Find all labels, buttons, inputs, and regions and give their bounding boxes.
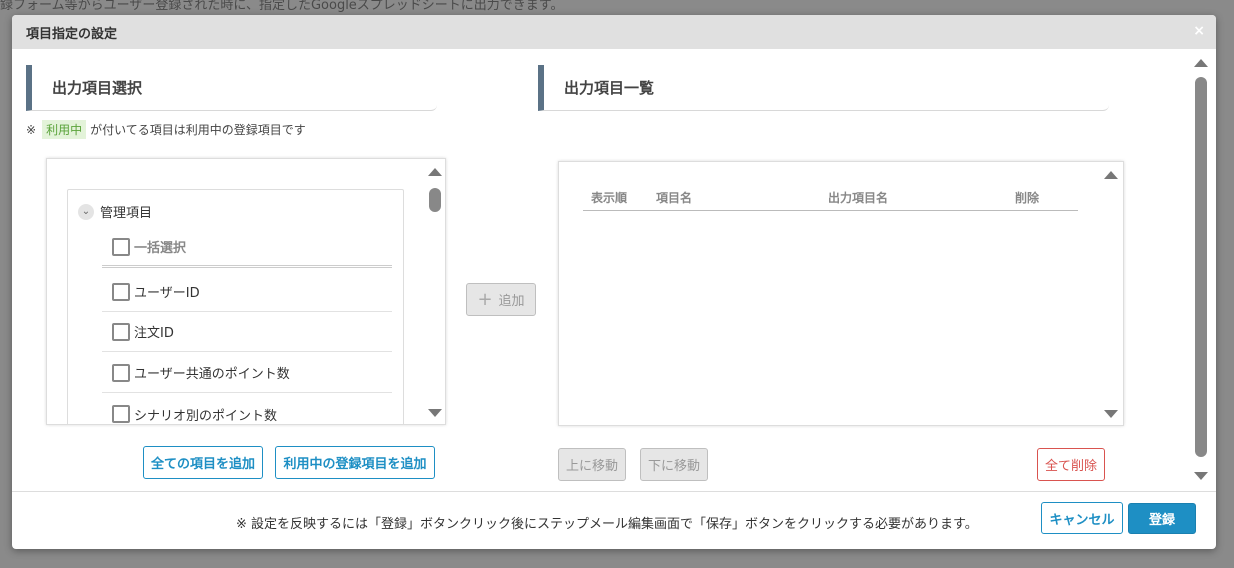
add-all-items-button[interactable]: 全ての項目を追加 (143, 446, 263, 479)
item-checkbox[interactable] (112, 282, 130, 301)
item-label: ユーザー共通のポイント数 (134, 367, 290, 382)
list-item[interactable]: 注文ID (102, 312, 392, 352)
item-group-box: ⌄ 管理項目 一括選択 ユーザーID 注文ID ユーザー共通のポイント数 シナリ… (67, 189, 404, 424)
modal-title: 項目指定の設定 (26, 26, 118, 42)
table-header-divider (583, 210, 1078, 211)
list-item[interactable]: ユーザー共通のポイント数 (102, 353, 392, 393)
output-item-table: 表示順 項目名 出力項目名 削除 (558, 161, 1124, 426)
output-item-select-title: 出力項目選択 (26, 65, 437, 111)
item-label: シナリオ別のポイント数 (134, 408, 278, 424)
group-management-items[interactable]: ⌄ 管理項目 (78, 202, 152, 221)
backdrop-description: 録フォーム等からユーザー登録された時に、指定したGoogleスプレッドシートに出… (0, 0, 564, 13)
delete-all-button[interactable]: 全て削除 (1037, 448, 1105, 481)
plus-icon: + (477, 289, 493, 310)
item-checkbox[interactable] (112, 405, 130, 423)
move-down-button[interactable]: 下に移動 (640, 448, 708, 481)
list-item[interactable]: ユーザーID (102, 272, 392, 312)
chevron-down-icon[interactable]: ⌄ (78, 203, 94, 220)
col-display-order: 表示順 (591, 191, 628, 205)
col-delete: 削除 (1015, 191, 1040, 205)
output-item-list-title: 出力項目一覧 (538, 65, 1109, 111)
modal-scrollbar-thumb[interactable] (1195, 77, 1207, 457)
modal-scroll-down-icon[interactable] (1194, 472, 1208, 480)
note-mark: ※ (26, 122, 37, 137)
col-output-item-name: 出力項目名 (828, 191, 889, 205)
table-scroll-down-icon[interactable] (1104, 410, 1118, 418)
footer-divider (12, 491, 1216, 492)
item-label: 注文ID (134, 326, 174, 341)
item-checkbox[interactable] (112, 363, 130, 382)
footer-note: ※ 設定を反映するには「登録」ボタンクリック後にステップメール編集画面で「保存」… (236, 517, 978, 532)
add-used-items-button[interactable]: 利用中の登録項目を追加 (275, 446, 435, 479)
select-all-label: 一括選択 (134, 241, 187, 256)
item-settings-modal: 項目指定の設定 × 出力項目選択 ※ 利用中 が付いてる項目は利用中の登録項目で… (12, 15, 1216, 549)
select-all-row[interactable]: 一括選択 (102, 228, 392, 268)
cancel-button[interactable]: キャンセル (1041, 502, 1123, 534)
list-item[interactable]: シナリオ別のポイント数 (102, 394, 392, 424)
add-button-label: 追加 (498, 294, 525, 309)
add-button[interactable]: + 追加 (466, 283, 536, 316)
note-text: が付いてる項目は利用中の登録項目です (90, 123, 306, 137)
move-up-button[interactable]: 上に移動 (558, 448, 626, 481)
list-scroll-down-icon[interactable] (428, 409, 442, 417)
in-use-badge: 利用中 (42, 120, 87, 139)
table-scroll-up-icon[interactable] (1104, 171, 1118, 179)
submit-button[interactable]: 登録 (1128, 503, 1196, 534)
item-checkbox[interactable] (112, 322, 130, 341)
modal-scroll-up-icon[interactable] (1194, 59, 1208, 67)
col-item-name: 項目名 (656, 191, 693, 205)
item-label: ユーザーID (134, 286, 200, 301)
list-scrollbar-thumb[interactable] (429, 188, 441, 212)
modal-header: 項目指定の設定 × (12, 15, 1216, 49)
group-label: 管理項目 (100, 206, 153, 221)
item-select-list: ⌄ 管理項目 一括選択 ユーザーID 注文ID ユーザー共通のポイント数 シナリ… (46, 158, 446, 425)
select-all-checkbox[interactable] (112, 237, 130, 256)
close-icon[interactable]: × (1193, 23, 1205, 39)
list-scroll-up-icon[interactable] (428, 168, 442, 176)
usage-note: ※ 利用中 が付いてる項目は利用中の登録項目です (26, 120, 306, 139)
